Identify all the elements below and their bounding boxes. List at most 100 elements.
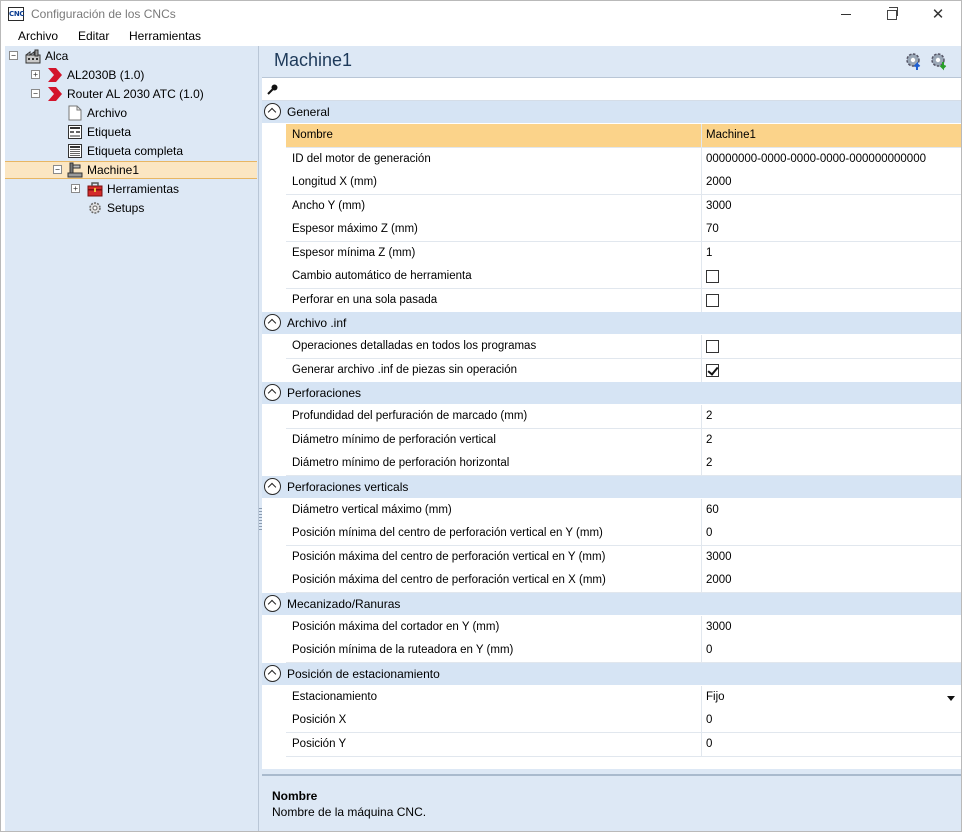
collapse-category-icon[interactable] bbox=[264, 314, 281, 331]
property-name: Espesor máximo Z (mm) bbox=[292, 223, 418, 235]
property-value[interactable]: 3000 bbox=[706, 621, 732, 633]
property-row[interactable]: Posición mínima del centro de perforació… bbox=[286, 522, 961, 546]
category-label: Perforaciones verticals bbox=[287, 479, 409, 494]
property-row[interactable]: Ancho Y (mm) 3000 bbox=[286, 195, 961, 219]
property-row[interactable]: Posición máxima del cortador en Y (mm) 30… bbox=[286, 616, 961, 640]
collapse-category-icon[interactable] bbox=[264, 594, 281, 612]
category-header[interactable]: Archivo .inf bbox=[262, 312, 961, 334]
menu-bar: Archivo Editar Herramientas bbox=[1, 28, 961, 46]
property-row[interactable]: Nombre Machine1 bbox=[286, 124, 961, 148]
minimize-button[interactable] bbox=[823, 1, 869, 28]
category-header[interactable]: Posición de estacionamiento bbox=[262, 662, 961, 685]
property-checkbox[interactable] bbox=[706, 340, 719, 353]
property-checkbox[interactable] bbox=[706, 364, 719, 377]
document-icon bbox=[68, 105, 82, 121]
collapse-category-icon[interactable] bbox=[264, 664, 281, 682]
tree-node-etiqueta-completa[interactable]: Etiqueta completa bbox=[5, 142, 255, 160]
tree-node-router[interactable]: − Router AL 2030 ATC (1.0) bbox=[5, 85, 255, 103]
property-row[interactable]: Posición máxima del centro de perforació… bbox=[286, 569, 961, 593]
gear-upload-icon[interactable] bbox=[904, 51, 924, 71]
property-value[interactable]: 1 bbox=[706, 247, 712, 259]
collapse-category-icon[interactable] bbox=[264, 384, 281, 401]
column-divider bbox=[701, 429, 702, 453]
tree-label: Router AL 2030 ATC (1.0) bbox=[67, 87, 204, 101]
property-row[interactable]: Espesor mínima Z (mm) 1 bbox=[286, 242, 961, 266]
tree-node-etiqueta[interactable]: Etiqueta bbox=[5, 123, 255, 141]
property-search-row[interactable] bbox=[262, 77, 961, 101]
property-value[interactable]: 2 bbox=[706, 434, 712, 446]
property-name: Posición X bbox=[292, 714, 347, 726]
property-row[interactable]: Perforar en una sola pasada bbox=[286, 289, 961, 313]
property-value[interactable]: 0 bbox=[706, 644, 712, 656]
category-header[interactable]: Perforaciones verticals bbox=[262, 475, 961, 498]
red-chevron-icon bbox=[48, 68, 62, 82]
property-value[interactable]: 2 bbox=[706, 457, 712, 469]
tree-node-machine1[interactable]: − Machine1 bbox=[5, 161, 257, 179]
category-label: Mecanizado/Ranuras bbox=[287, 596, 401, 611]
property-checkbox[interactable] bbox=[706, 294, 719, 307]
tree-node-alca[interactable]: − Alca bbox=[5, 47, 255, 65]
close-button[interactable]: ✕ bbox=[915, 1, 961, 28]
column-divider bbox=[701, 124, 702, 148]
menu-archivo[interactable]: Archivo bbox=[18, 29, 58, 43]
property-value[interactable]: 3000 bbox=[706, 551, 732, 563]
collapse-icon[interactable]: − bbox=[9, 51, 18, 60]
collapse-icon[interactable]: − bbox=[31, 89, 40, 98]
column-divider bbox=[701, 452, 702, 476]
property-row[interactable]: Diámetro mínimo de perforación vertical 2 bbox=[286, 429, 961, 453]
collapse-category-icon[interactable] bbox=[264, 103, 281, 120]
property-row[interactable]: Posición X 0 bbox=[286, 709, 961, 733]
property-value[interactable]: Fijo bbox=[706, 691, 725, 703]
property-row[interactable]: Longitud X (mm) 2000 bbox=[286, 171, 961, 195]
category-header[interactable]: Perforaciones bbox=[262, 382, 961, 404]
property-value[interactable]: 00000000-0000-0000-0000-000000000000 bbox=[706, 153, 926, 165]
restore-button[interactable] bbox=[869, 1, 915, 28]
properties-pane: Machine1 General Nombre Machine1 ID del mot… bbox=[262, 46, 961, 831]
tree-node-setups[interactable]: Setups bbox=[5, 199, 255, 217]
tree-node-herramientas[interactable]: + Herramientas bbox=[5, 180, 255, 198]
category-label: Posición de estacionamiento bbox=[287, 666, 440, 681]
dropdown-arrow-icon[interactable] bbox=[947, 696, 955, 701]
column-divider bbox=[701, 639, 702, 663]
category-header[interactable]: Mecanizado/Ranuras bbox=[262, 592, 961, 615]
menu-editar[interactable]: Editar bbox=[78, 29, 109, 43]
property-value[interactable]: 0 bbox=[706, 527, 712, 539]
property-value[interactable]: 0 bbox=[706, 714, 712, 726]
property-row[interactable]: Espesor máximo Z (mm) 70 bbox=[286, 218, 961, 242]
property-value[interactable]: 2000 bbox=[706, 176, 732, 188]
collapse-icon[interactable]: − bbox=[53, 165, 62, 174]
tree-label: Etiqueta completa bbox=[87, 144, 184, 158]
property-row[interactable]: Profundidad del perfuración de marcado (… bbox=[286, 405, 961, 429]
property-value[interactable]: 60 bbox=[706, 504, 719, 516]
property-row[interactable]: Posición mínima de la ruteadora en Y (mm… bbox=[286, 639, 961, 663]
property-row[interactable]: ID del motor de generación 00000000-0000-… bbox=[286, 148, 961, 172]
collapse-category-icon[interactable] bbox=[264, 477, 281, 495]
column-divider bbox=[701, 265, 702, 289]
menu-herramientas[interactable]: Herramientas bbox=[129, 29, 201, 43]
app-cnc-icon: CNC bbox=[8, 7, 25, 21]
property-name: Posición Y bbox=[292, 738, 347, 750]
window-title: Configuración de los CNCs bbox=[31, 7, 176, 21]
property-row[interactable]: Generar archivo .inf de piezas sin opera… bbox=[286, 359, 961, 383]
property-row[interactable]: Posición máxima del centro de perforació… bbox=[286, 546, 961, 570]
property-value[interactable]: 3000 bbox=[706, 200, 732, 212]
tree-node-al2030b[interactable]: + AL2030B (1.0) bbox=[5, 66, 255, 84]
property-row[interactable]: Diámetro vertical máximo (mm) 60 bbox=[286, 499, 961, 523]
property-value[interactable]: 70 bbox=[706, 223, 719, 235]
property-value[interactable]: Machine1 bbox=[706, 129, 756, 141]
property-row[interactable]: Estacionamiento Fijo bbox=[286, 686, 961, 710]
expand-icon[interactable]: + bbox=[71, 184, 80, 193]
expand-icon[interactable]: + bbox=[31, 70, 40, 79]
property-value[interactable]: 2000 bbox=[706, 574, 732, 586]
property-value[interactable]: 0 bbox=[706, 738, 712, 750]
property-name: Posición mínima de la ruteadora en Y (mm… bbox=[292, 644, 514, 656]
category-header[interactable]: General bbox=[262, 101, 961, 123]
property-value[interactable]: 2 bbox=[706, 410, 712, 422]
gear-download-icon[interactable] bbox=[929, 51, 949, 71]
property-row[interactable]: Diámetro mínimo de perforación horizonta… bbox=[286, 452, 961, 476]
property-row[interactable]: Posición Y 0 bbox=[286, 733, 961, 757]
property-row[interactable]: Operaciones detalladas en todos los prog… bbox=[286, 335, 961, 359]
tree-node-archivo[interactable]: Archivo bbox=[5, 104, 255, 122]
property-checkbox[interactable] bbox=[706, 270, 719, 283]
property-row[interactable]: Cambio automático de herramienta bbox=[286, 265, 961, 289]
